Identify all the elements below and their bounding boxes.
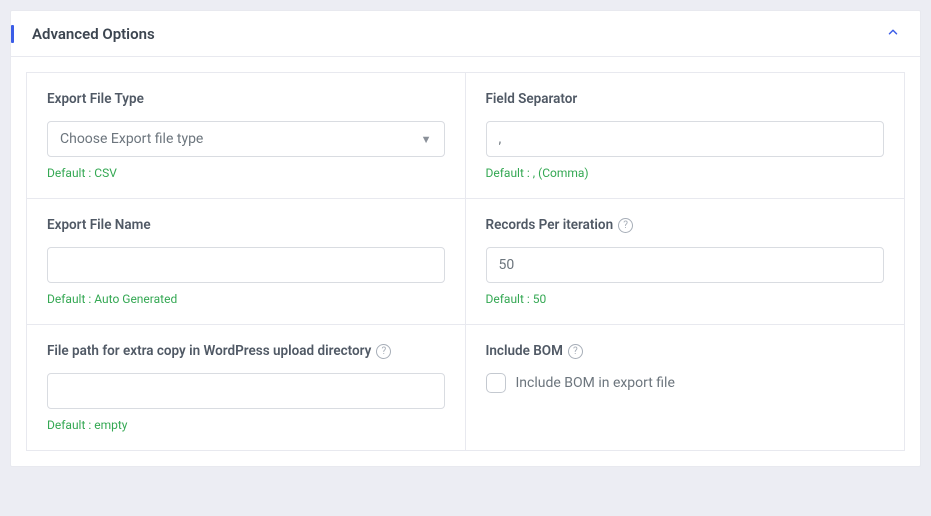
export-file-type-select[interactable]: Choose Export file type ▼ bbox=[47, 121, 445, 157]
field-separator-default: Default : , (Comma) bbox=[486, 166, 885, 180]
include-bom-checkbox[interactable] bbox=[486, 373, 506, 393]
help-icon[interactable]: ? bbox=[618, 218, 633, 233]
caret-down-icon: ▼ bbox=[421, 133, 432, 146]
file-path-input[interactable] bbox=[47, 373, 445, 409]
export-file-type-cell: Export File Type Choose Export file type… bbox=[27, 73, 466, 199]
include-bom-label: Include BOM ? bbox=[486, 343, 885, 359]
accent-bar bbox=[11, 25, 14, 43]
records-per-iteration-label-text: Records Per iteration bbox=[486, 217, 614, 233]
help-icon[interactable]: ? bbox=[568, 344, 583, 359]
include-bom-checkbox-row: Include BOM in export file bbox=[486, 373, 885, 393]
panel-title: Advanced Options bbox=[32, 25, 155, 43]
export-file-name-input[interactable] bbox=[47, 247, 445, 283]
field-separator-input[interactable] bbox=[486, 121, 885, 157]
panel-header-left: Advanced Options bbox=[11, 25, 155, 43]
export-file-name-label: Export File Name bbox=[47, 217, 445, 233]
records-per-iteration-default: Default : 50 bbox=[486, 292, 885, 306]
file-path-label-text: File path for extra copy in WordPress up… bbox=[47, 343, 371, 359]
file-path-cell: File path for extra copy in WordPress up… bbox=[27, 325, 466, 450]
field-separator-cell: Field Separator Default : , (Comma) bbox=[466, 73, 905, 199]
include-bom-label-text: Include BOM bbox=[486, 343, 563, 359]
options-grid: Export File Type Choose Export file type… bbox=[26, 72, 905, 451]
export-file-name-cell: Export File Name Default : Auto Generate… bbox=[27, 199, 466, 325]
help-icon[interactable]: ? bbox=[376, 344, 391, 359]
records-per-iteration-label: Records Per iteration ? bbox=[486, 217, 885, 233]
export-file-name-default: Default : Auto Generated bbox=[47, 292, 445, 306]
export-file-type-label: Export File Type bbox=[47, 91, 445, 107]
chevron-up-icon[interactable] bbox=[886, 24, 900, 43]
file-path-label: File path for extra copy in WordPress up… bbox=[47, 343, 445, 359]
export-file-type-placeholder: Choose Export file type bbox=[60, 131, 203, 147]
export-file-type-default: Default : CSV bbox=[47, 166, 445, 180]
advanced-options-panel: Advanced Options Export File Type Choose… bbox=[10, 10, 921, 467]
include-bom-cell: Include BOM ? Include BOM in export file bbox=[466, 325, 905, 450]
include-bom-checkbox-label: Include BOM in export file bbox=[516, 375, 675, 391]
records-per-iteration-cell: Records Per iteration ? Default : 50 bbox=[466, 199, 905, 325]
panel-body: Export File Type Choose Export file type… bbox=[11, 57, 920, 466]
field-separator-label: Field Separator bbox=[486, 91, 885, 107]
file-path-default: Default : empty bbox=[47, 418, 445, 432]
panel-header[interactable]: Advanced Options bbox=[11, 11, 920, 57]
records-per-iteration-input[interactable] bbox=[486, 247, 885, 283]
